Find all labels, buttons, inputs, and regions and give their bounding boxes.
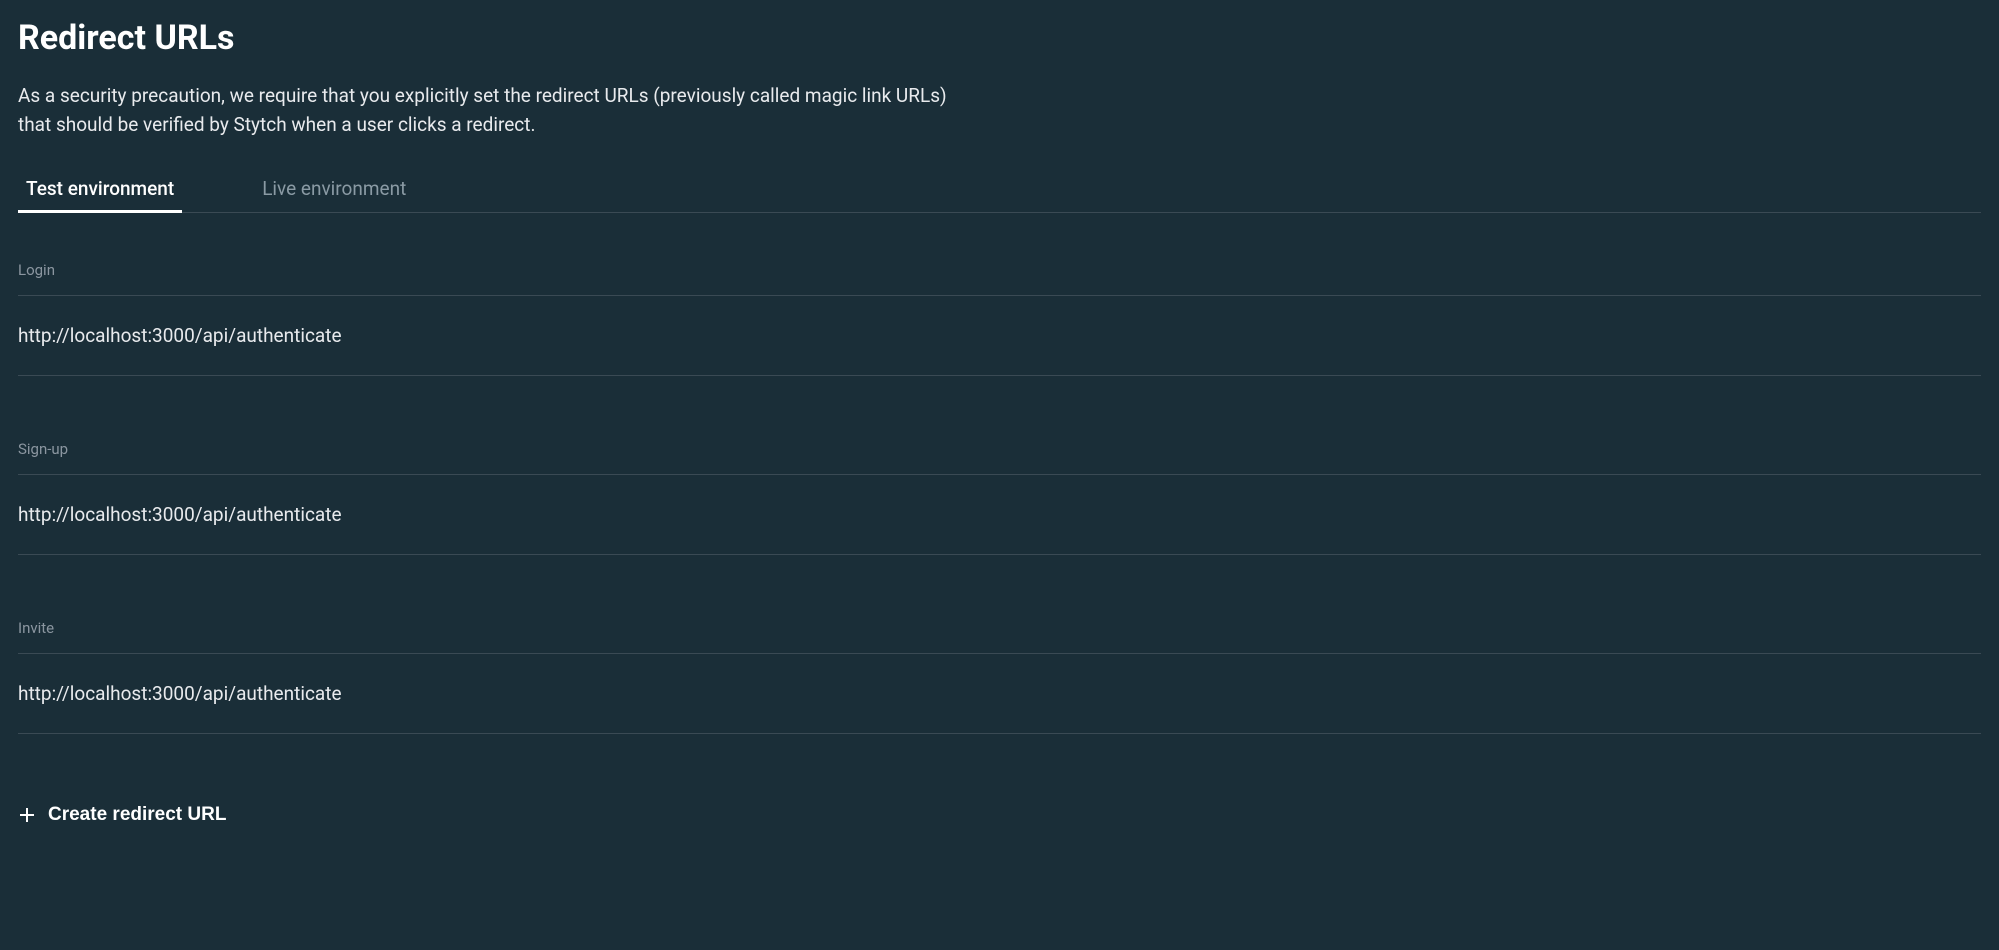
tabs: Test environment Live environment	[18, 167, 1981, 213]
tab-live-environment[interactable]: Live environment	[254, 167, 414, 213]
create-redirect-url-button[interactable]: Create redirect URL	[18, 798, 226, 832]
section-invite: Invite http://localhost:3000/api/authent…	[18, 619, 1981, 734]
create-redirect-url-label: Create redirect URL	[48, 804, 226, 826]
plus-icon	[18, 806, 36, 824]
table-row[interactable]: http://localhost:3000/api/authenticate	[18, 296, 1981, 376]
section-signup: Sign-up http://localhost:3000/api/authen…	[18, 440, 1981, 555]
section-login: Login http://localhost:3000/api/authenti…	[18, 261, 1981, 376]
page-title: Redirect URLs	[18, 18, 1981, 58]
section-label-signup: Sign-up	[18, 440, 1981, 475]
section-label-invite: Invite	[18, 619, 1981, 654]
tab-test-environment[interactable]: Test environment	[18, 167, 182, 213]
redirect-url-invite: http://localhost:3000/api/authenticate	[18, 682, 1981, 705]
table-row[interactable]: http://localhost:3000/api/authenticate	[18, 475, 1981, 555]
page-description: As a security precaution, we require tha…	[18, 82, 978, 139]
section-label-login: Login	[18, 261, 1981, 296]
redirect-url-login: http://localhost:3000/api/authenticate	[18, 324, 1981, 347]
table-row[interactable]: http://localhost:3000/api/authenticate	[18, 654, 1981, 734]
redirect-url-signup: http://localhost:3000/api/authenticate	[18, 503, 1981, 526]
